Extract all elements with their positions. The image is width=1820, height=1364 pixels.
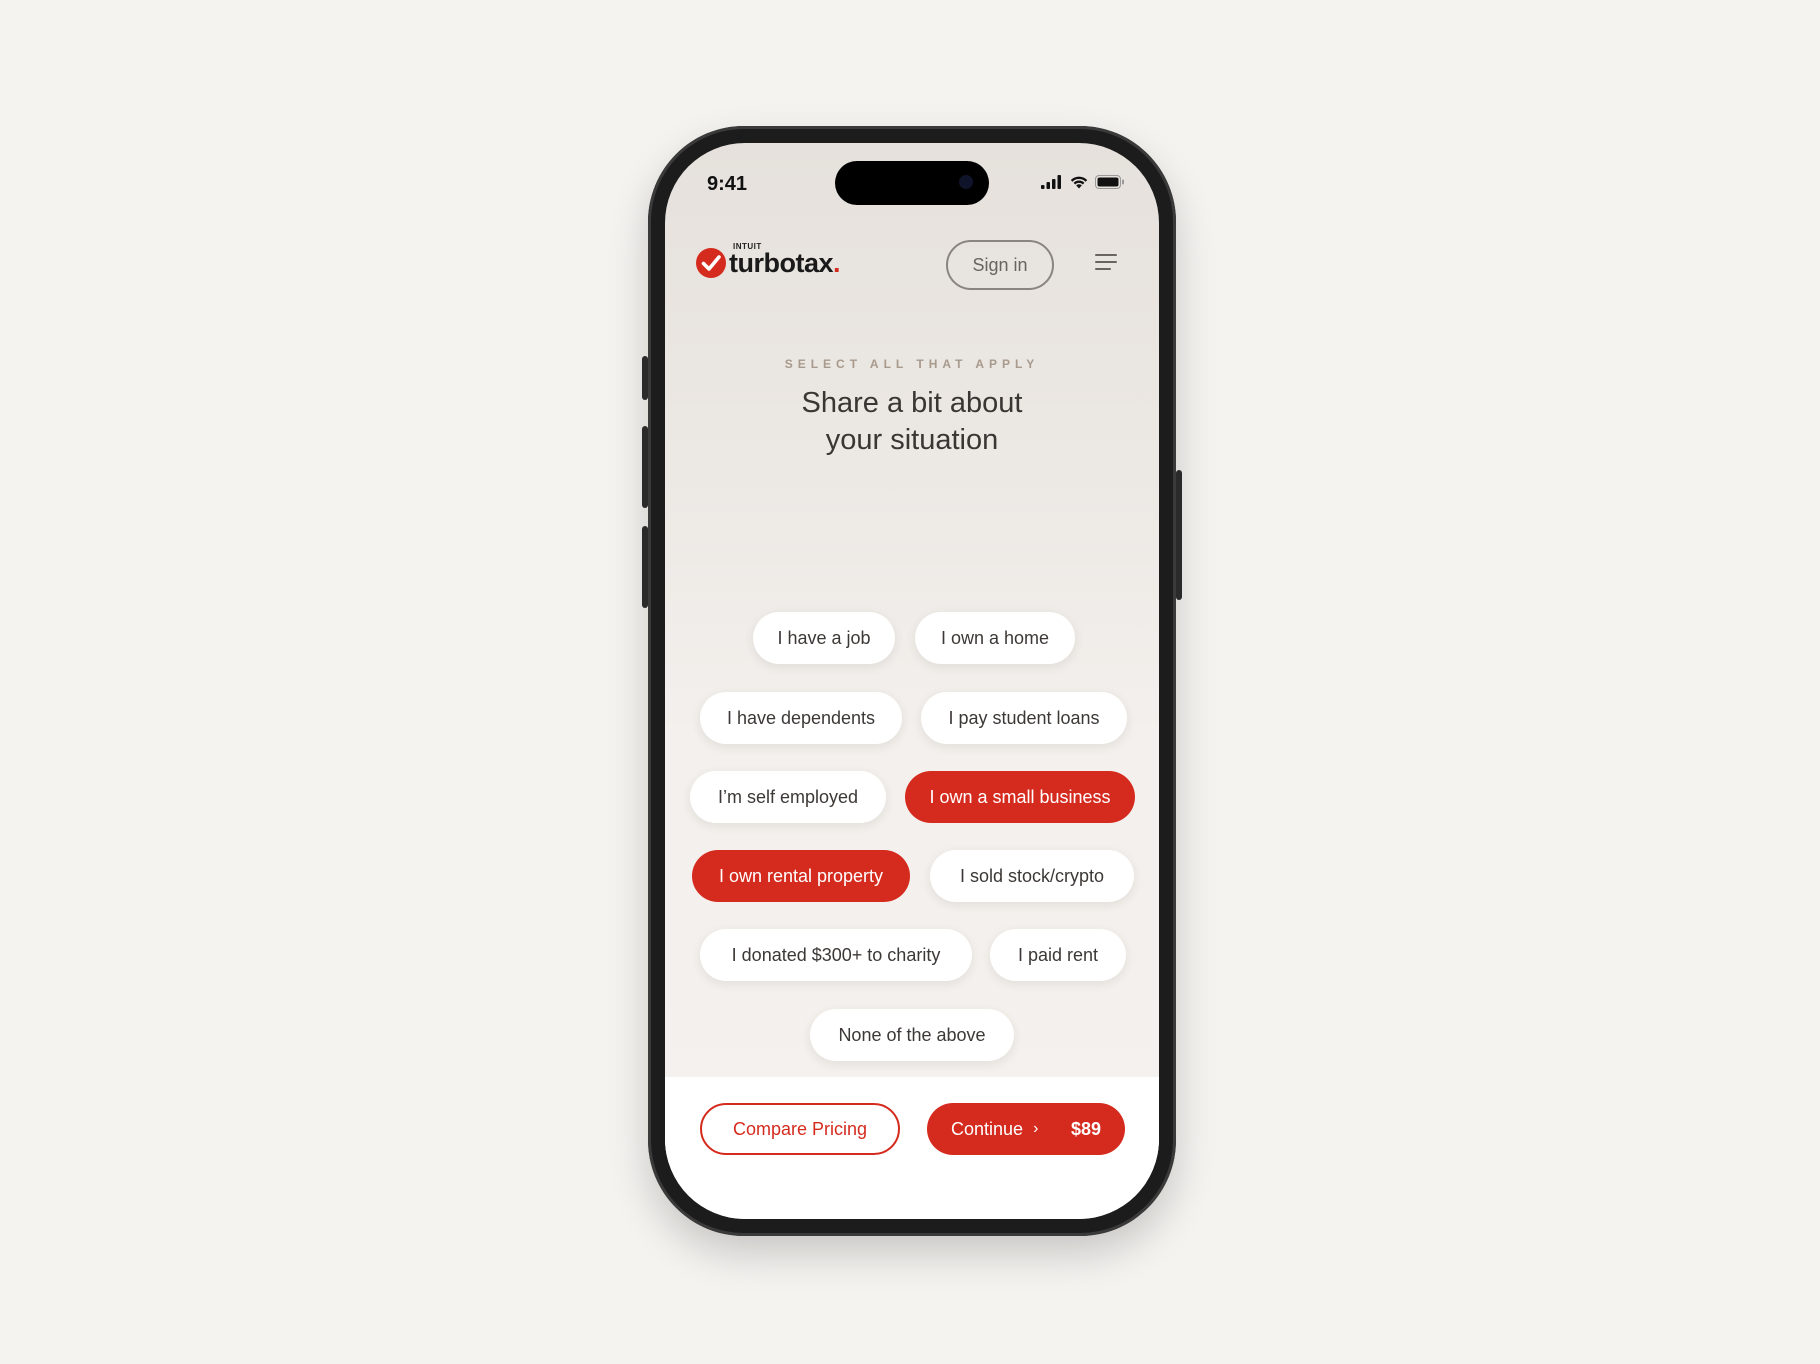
option-chip[interactable]: None of the above [810,1009,1014,1061]
camera-icon [959,175,973,189]
compare-pricing-button[interactable]: Compare Pricing [700,1103,900,1155]
price-label: $89 [1070,1118,1101,1139]
option-chip[interactable]: I own rental property [692,850,910,902]
status-time: 9:41 [707,173,748,195]
option-chip[interactable]: I have a job [753,612,895,664]
page-title-line-1: Share a bit about [801,387,1023,419]
option-chip[interactable]: I paid rent [990,929,1126,981]
stage: 9:41 INTUIT turbotax. Sign in SELECT ALL… [0,0,1820,1364]
phone-frame: 9:41 INTUIT turbotax. Sign in SELECT ALL… [642,126,1182,1236]
power-button [1176,470,1182,600]
continue-label: Continue [951,1118,1024,1139]
sign-in-button[interactable]: Sign in [946,240,1054,290]
turbotax-logo[interactable]: INTUIT turbotax. [695,242,841,279]
status-icons [1041,175,1125,189]
option-chip[interactable]: I own a home [915,612,1075,664]
page-title: Share a bit about your situation [665,385,1159,459]
volume-down-button [642,526,648,608]
phone-screen: 9:41 INTUIT turbotax. Sign in SELECT ALL… [665,143,1159,1219]
logo-word: turbotax [729,247,834,278]
wifi-icon [1070,176,1088,189]
page-title-line-2: your situation [825,424,999,456]
logo-word-text: turbotax. [729,247,841,278]
check-circle-icon [696,248,726,278]
hamburger-menu-icon[interactable] [1095,254,1117,272]
continue-button[interactable]: Continue › $89 [927,1103,1125,1155]
dynamic-island [835,161,989,205]
option-chip[interactable]: I donated $300+ to charity [700,929,972,981]
option-chip[interactable]: I own a small business [905,771,1135,823]
logo-intuit-text: INTUIT [733,241,762,251]
option-chip[interactable]: I sold stock/crypto [930,850,1134,902]
logo-wordmark: INTUIT turbotax. [729,242,841,279]
option-chip[interactable]: I’m self employed [690,771,886,823]
volume-up-button [642,426,648,508]
option-chip[interactable]: I pay student loans [921,692,1127,744]
eyebrow-label: SELECT ALL THAT APPLY [784,357,1040,371]
silent-switch [642,356,648,400]
logo-dot: . [833,247,841,278]
option-chip[interactable]: I have dependents [700,692,902,744]
battery-icon [1095,175,1124,189]
chevron-right-icon: › [1033,1120,1039,1137]
signal-icon [1041,175,1061,189]
